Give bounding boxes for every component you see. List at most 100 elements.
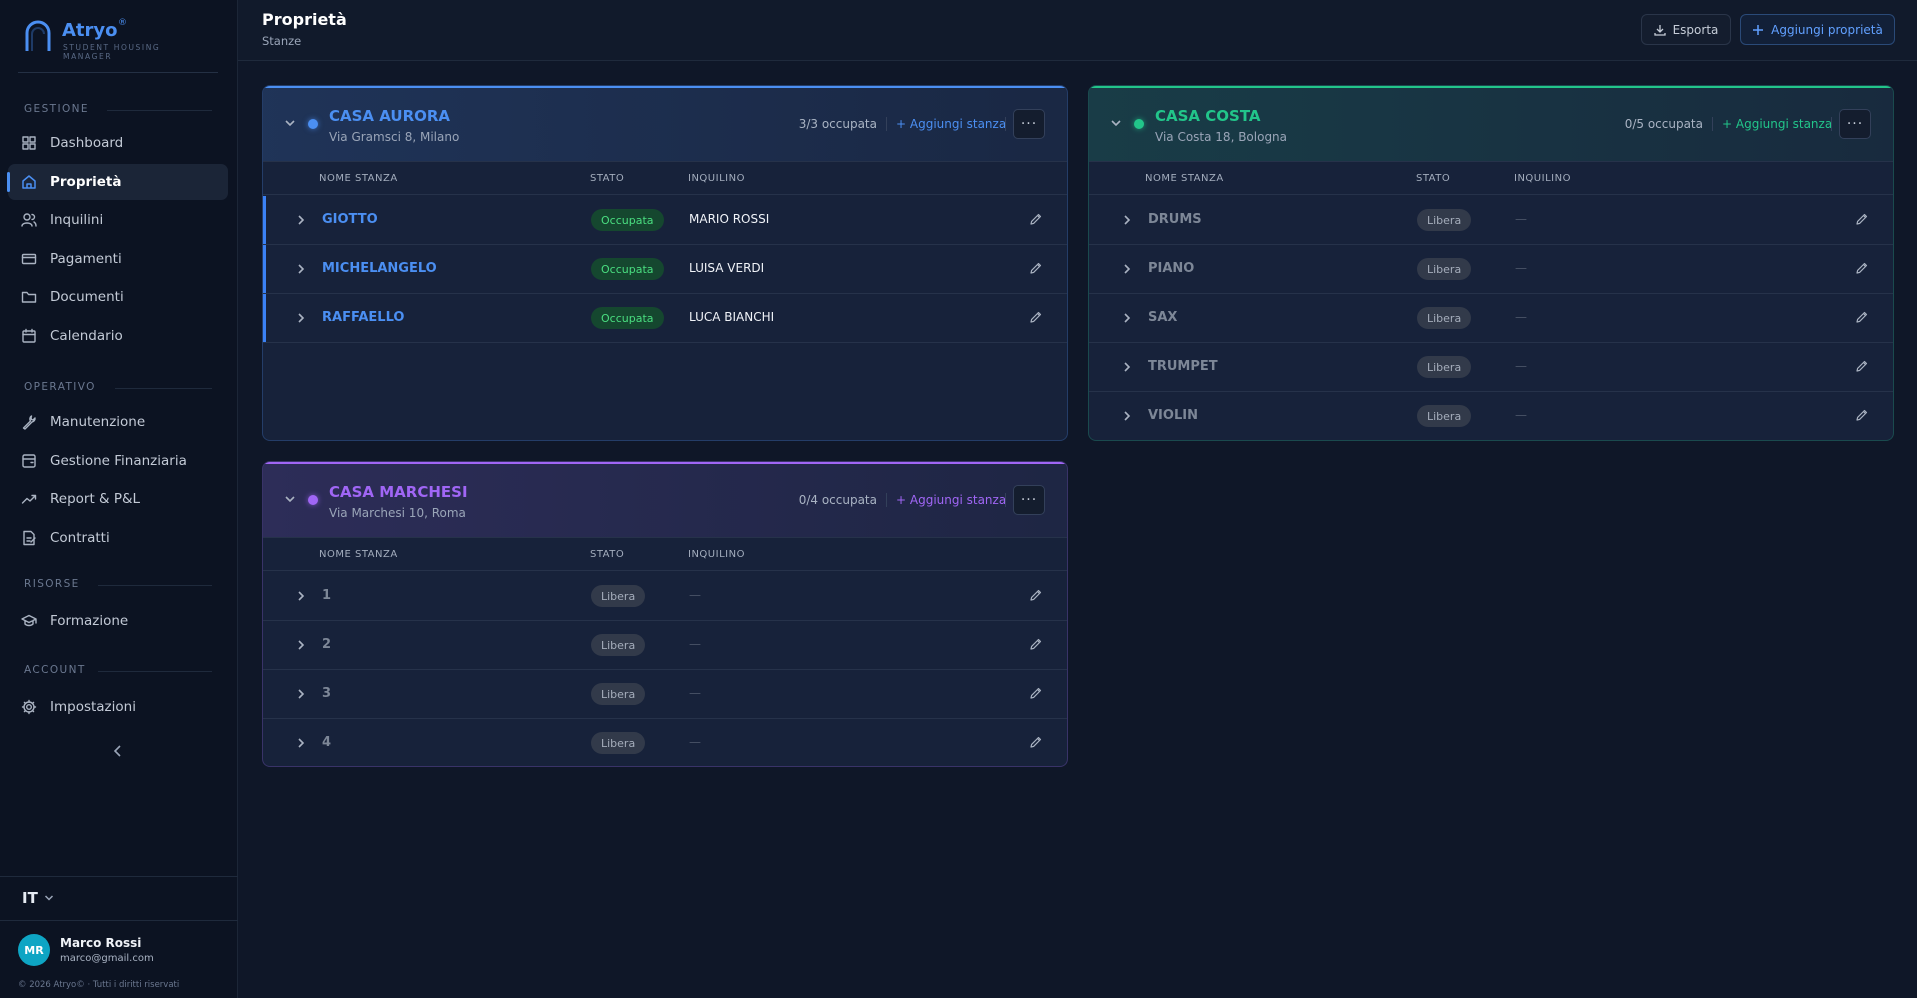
chevron-right-icon[interactable] <box>1121 263 1133 275</box>
pencil-icon[interactable] <box>1029 309 1045 325</box>
chevron-right-icon[interactable] <box>295 737 307 749</box>
room-name[interactable]: TRUMPET <box>1148 359 1218 374</box>
status-badge: Libera <box>1417 356 1472 378</box>
chevron-right-icon[interactable] <box>1121 312 1133 324</box>
sidebar-item-gestione-finanziaria[interactable]: Gestione Finanziaria <box>8 443 228 479</box>
table-row[interactable]: VIOLIN Libera — <box>1089 392 1893 440</box>
sidebar-item-formazione[interactable]: Formazione <box>8 603 228 639</box>
chevron-down-icon[interactable] <box>284 117 296 129</box>
user-profile[interactable]: MR Marco Rossi marco@gmail.com <box>18 934 228 970</box>
chevron-down-icon[interactable] <box>1110 117 1122 129</box>
pencil-icon[interactable] <box>1855 260 1871 276</box>
room-name[interactable]: MICHELANGELO <box>322 261 437 276</box>
collapse-sidebar-button[interactable] <box>108 741 128 761</box>
sidebar-item-impostazioni[interactable]: Impostazioni <box>8 689 228 725</box>
property-header: CASA AURORA Via Gramsci 8, Milano 3/3 oc… <box>263 86 1067 162</box>
chevron-right-icon[interactable] <box>295 214 307 226</box>
room-name[interactable]: 2 <box>322 637 331 652</box>
add-room-button[interactable]: + Aggiungi stanza <box>1722 117 1832 131</box>
pencil-icon[interactable] <box>1029 636 1045 652</box>
more-options-button[interactable]: ··· <box>1013 485 1045 515</box>
add-room-button[interactable]: + Aggiungi stanza <box>896 117 1006 131</box>
sidebar-item-label: Documenti <box>50 289 124 306</box>
pencil-icon[interactable] <box>1029 260 1045 276</box>
nav-section-label: ACCOUNT <box>24 664 86 676</box>
room-name[interactable]: 3 <box>322 686 331 701</box>
room-name[interactable]: GIOTTO <box>322 212 378 227</box>
table-row[interactable]: PIANO Libera — <box>1089 245 1893 294</box>
graduation-cap-icon <box>21 613 37 629</box>
rooms-table-header: NOME STANZA STATO INQUILINO <box>263 538 1067 571</box>
chevron-right-icon[interactable] <box>295 263 307 275</box>
room-name[interactable]: VIOLIN <box>1148 408 1198 423</box>
property-name[interactable]: CASA COSTA <box>1155 107 1261 125</box>
pencil-icon[interactable] <box>1855 211 1871 227</box>
table-row[interactable]: MICHELANGELO Occupata LUISA VERDI <box>263 245 1067 294</box>
chevron-right-icon[interactable] <box>295 688 307 700</box>
sidebar-item-label: Pagamenti <box>50 250 122 267</box>
pencil-icon[interactable] <box>1029 587 1045 603</box>
brand-logo[interactable]: Atryo ® STUDENT HOUSING MANAGER <box>22 18 212 61</box>
property-name[interactable]: CASA AURORA <box>329 107 450 125</box>
tenant-name: — <box>1515 359 1527 373</box>
pencil-icon[interactable] <box>1029 685 1045 701</box>
table-row[interactable]: 2 Libera — <box>263 621 1067 670</box>
status-badge: Occupata <box>591 209 664 231</box>
table-row[interactable]: SAX Libera — <box>1089 294 1893 343</box>
add-room-button[interactable]: + Aggiungi stanza <box>896 493 1006 507</box>
property-occupancy: 0/4 occupata <box>798 493 877 507</box>
add-property-button[interactable]: Aggiungi proprietà <box>1740 14 1895 45</box>
property-address: Via Costa 18, Bologna <box>1155 130 1288 144</box>
room-name[interactable]: 4 <box>322 735 331 750</box>
table-row[interactable]: 3 Libera — <box>263 670 1067 719</box>
sidebar: Atryo ® STUDENT HOUSING MANAGER GESTIONE… <box>0 0 238 998</box>
pencil-icon[interactable] <box>1029 734 1045 750</box>
sidebar-item-label: Formazione <box>50 613 129 629</box>
more-options-button[interactable]: ··· <box>1013 109 1045 139</box>
room-name[interactable]: 1 <box>322 588 331 603</box>
more-options-button[interactable]: ··· <box>1839 109 1871 139</box>
nav-section-label: RISORSE <box>24 578 80 590</box>
header-divider <box>886 493 887 507</box>
room-name[interactable]: PIANO <box>1148 261 1194 276</box>
property-address: Via Gramsci 8, Milano <box>329 130 460 144</box>
export-button[interactable]: Esporta <box>1641 14 1731 45</box>
trend-icon <box>21 491 37 507</box>
pencil-icon[interactable] <box>1855 407 1871 423</box>
chevron-down-icon[interactable] <box>284 493 296 505</box>
status-badge: Libera <box>591 634 646 656</box>
room-name[interactable]: SAX <box>1148 310 1177 325</box>
room-name[interactable]: DRUMS <box>1148 212 1202 227</box>
rooms-table-header: NOME STANZA STATO INQUILINO <box>1089 162 1893 195</box>
sidebar-item-manutenzione[interactable]: Manutenzione <box>8 404 228 440</box>
chevron-right-icon[interactable] <box>1121 410 1133 422</box>
language-selector[interactable]: IT <box>22 889 54 907</box>
sidebar-item-inquilini[interactable]: Inquilini <box>8 202 228 238</box>
table-row[interactable]: TRUMPET Libera — <box>1089 343 1893 392</box>
sidebar-item-calendario[interactable]: Calendario <box>8 318 228 354</box>
chevron-right-icon[interactable] <box>1121 214 1133 226</box>
brand-logo-icon <box>25 20 51 51</box>
sidebar-item-pagamenti[interactable]: Pagamenti <box>8 241 228 277</box>
pencil-icon[interactable] <box>1029 211 1045 227</box>
sidebar-item-dashboard[interactable]: Dashboard <box>8 125 228 161</box>
sidebar-item-report-p-l[interactable]: Report & P&L <box>8 481 228 517</box>
pencil-icon[interactable] <box>1855 309 1871 325</box>
sidebar-item-documenti[interactable]: Documenti <box>8 279 228 315</box>
chevron-right-icon[interactable] <box>295 639 307 651</box>
sidebar-item-proprieta[interactable]: Proprietà <box>7 163 228 200</box>
table-row[interactable]: DRUMS Libera — <box>1089 196 1893 245</box>
header-divider <box>1712 117 1713 131</box>
table-row[interactable]: 4 Libera — <box>263 719 1067 766</box>
table-row[interactable]: RAFFAELLO Occupata LUCA BIANCHI <box>263 294 1067 343</box>
chevron-right-icon[interactable] <box>295 312 307 324</box>
chevron-right-icon[interactable] <box>295 590 307 602</box>
chevron-right-icon[interactable] <box>1121 361 1133 373</box>
property-name[interactable]: CASA MARCHESI <box>329 483 468 501</box>
sidebar-item-contratti[interactable]: Contratti <box>8 520 228 556</box>
property-accent-bar <box>263 462 1067 464</box>
pencil-icon[interactable] <box>1855 358 1871 374</box>
table-row[interactable]: GIOTTO Occupata MARIO ROSSI <box>263 196 1067 245</box>
room-name[interactable]: RAFFAELLO <box>322 310 404 325</box>
table-row[interactable]: 1 Libera — <box>263 572 1067 621</box>
